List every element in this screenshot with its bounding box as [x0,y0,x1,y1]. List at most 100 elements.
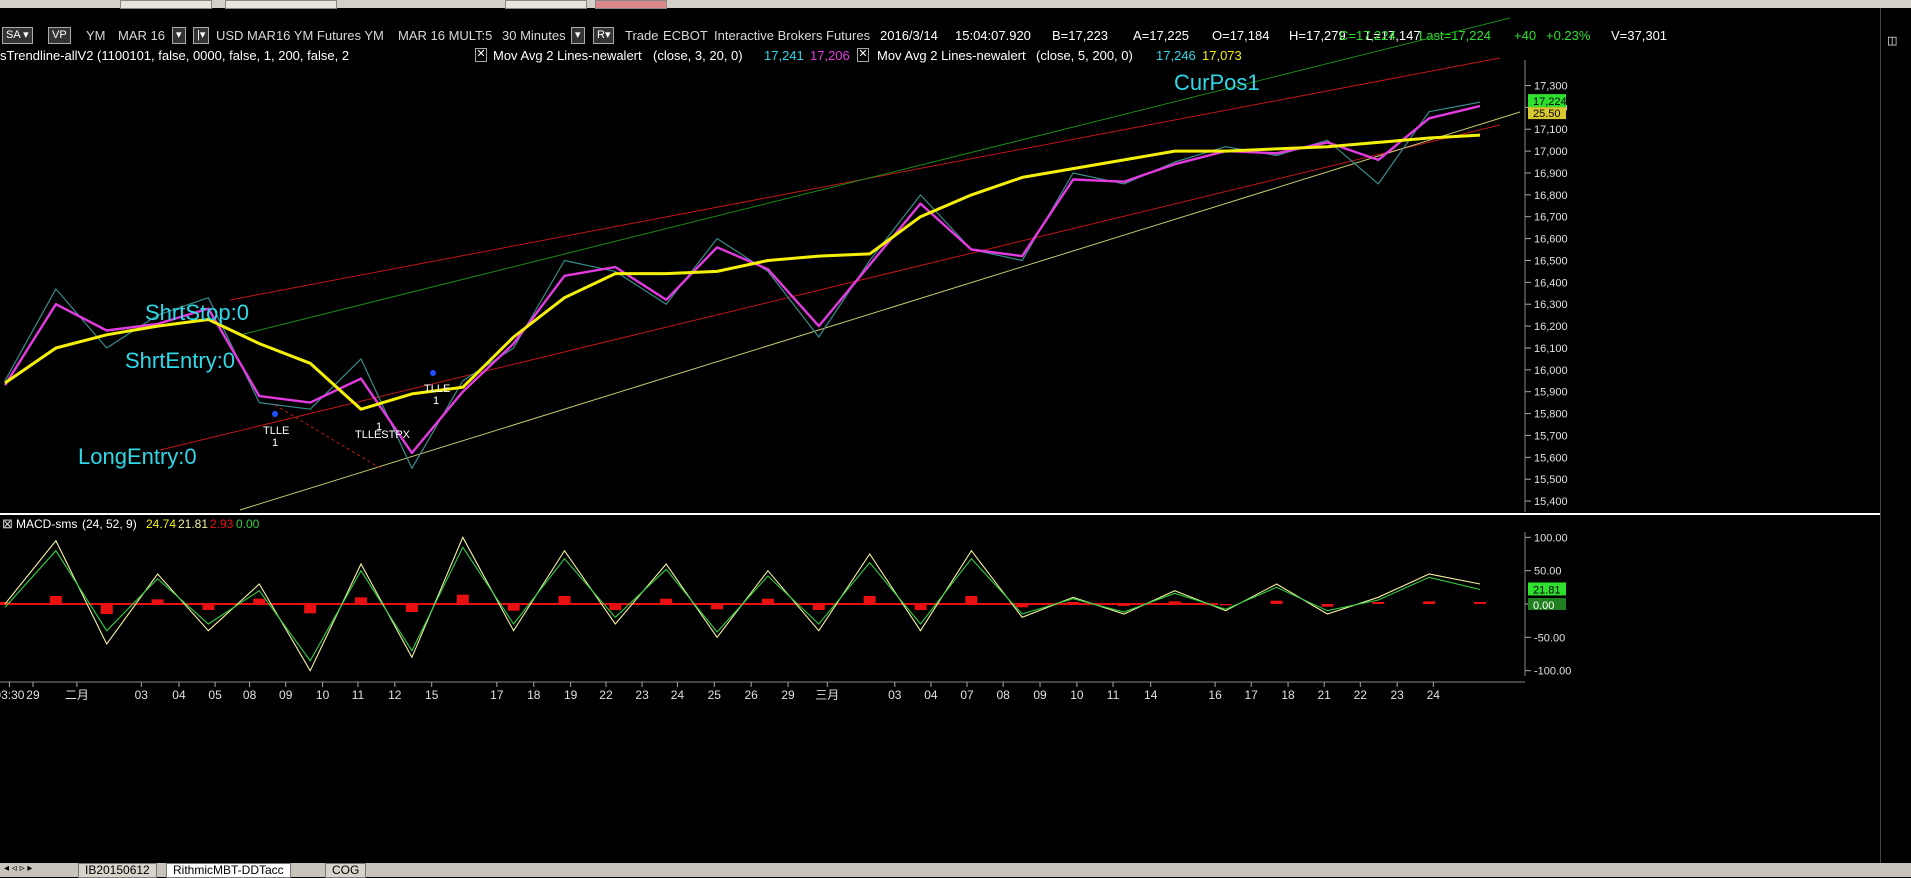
histogram-bar [456,594,469,604]
time-tick-label: 12 [388,688,402,702]
scale-pin-icon[interactable]: ◫ [1887,34,1897,47]
price-tick-label: 16,500 [1534,255,1568,267]
histogram-bar [558,596,571,604]
histogram-bar [100,604,113,614]
time-tick-label: 09 [1033,688,1047,702]
time-tick-label: 17 [490,688,504,702]
time-tick-label: 三月 [815,688,839,702]
time-tick-label: 25 [708,688,722,702]
macd-panel: ⊠ MACD-sms (24, 52, 9) 24.74 21.81 2.93 0.0010… [0,516,1571,678]
price-y-axis: 15,400 15,500 15,600 15,700 15,800 15,900 16,0… [1524,60,1568,512]
tab-cog[interactable]: COG [325,863,367,878]
chart-annotations: ShrtStop:0 ShrtEntry:0 LongEntry:0 CurPos1 T… [78,70,1260,469]
time-tick-label: 03 [135,688,149,702]
macd-params: (24, 52, 9) [82,517,137,531]
macd-title: MACD-sms [16,517,77,531]
time-tick-label: 23 [1390,688,1404,702]
tab-ib20150612[interactable]: IB20150612 [78,863,157,878]
tlle-count-1: 1 [272,437,278,449]
time-tick-label: 04 [924,688,938,702]
histogram-bar [1270,600,1283,604]
histogram-bar [1219,604,1232,606]
channel-upper-green [239,17,1511,336]
price-tick-label: 15,900 [1534,387,1568,399]
price-series [3,101,1481,469]
time-tick-label: 23 [635,688,649,702]
macd-tick-label: 100.00 [1534,532,1568,544]
tlle-count-3: 1 [433,395,439,407]
time-tick-label: 19 [564,688,578,702]
tlle-label-1: TLLE [263,425,289,437]
price-tick-label: 16,800 [1534,190,1568,202]
histogram-bar [965,596,978,604]
time-tick-label: 24 [671,688,685,702]
time-tick-label: 24 [1427,688,1441,702]
channel-middle-red [159,124,1501,451]
tllestpx-count: 1 [376,421,382,433]
channel-lower-yellow [239,111,1521,511]
tab-rithmicmbt[interactable]: RithmicMBT-DDTacc [166,863,291,878]
price-line [4,101,1481,469]
macd-value: 24.74 [146,517,176,531]
tab-nav-arrows-icon[interactable]: ◂ ◃ ▹ ▸ [4,863,32,874]
price-tick-label: 15,400 [1534,496,1568,508]
signal-value-tag-text: 21.81 [1533,584,1561,596]
chart-canvas[interactable]: ShrtStop:0 ShrtEntry:0 LongEntry:0 CurPos1 T… [0,0,1911,877]
shrtentry-label: ShrtEntry:0 [125,348,235,373]
price-tick-label: 15,500 [1534,474,1568,486]
time-tick-label: 21 [1317,688,1331,702]
histogram-bar [863,596,876,604]
time-tick-label: 16 [1208,688,1222,702]
macd-tick-label: -50.00 [1534,632,1565,644]
histogram-bar [1423,601,1436,604]
histogram-bar [1372,602,1385,604]
time-tick-label: 18 [1281,688,1295,702]
price-tick-label: 17,300 [1534,80,1568,92]
workspace-tabs: ◂ ◃ ▹ ▸ IB20150612 RithmicMBT-DDTacc COG [0,863,1911,878]
time-tick-label: 14 [1144,688,1158,702]
histogram-bar [1321,604,1334,607]
price-tick-label: 16,700 [1534,212,1568,224]
macd-tick-label: 50.00 [1534,566,1562,578]
right-scale-bar[interactable]: ◫ [1880,8,1911,863]
zero-value: 0.00 [236,517,260,531]
price-tick-label: 16,400 [1534,277,1568,289]
macd-tick-label: -100.00 [1534,666,1571,678]
time-tick-label: 10 [1070,688,1084,702]
time-tick-label: 05 [208,688,222,702]
time-tick-label: 22 [599,688,613,702]
histogram-bar [304,604,317,614]
entry-marker-1 [272,411,278,417]
price-tick-label: 17,100 [1534,124,1568,136]
time-tick-label: 29 [781,688,795,702]
price-tick-label: 16,900 [1534,168,1568,180]
tllestpx-label: TLLESTPX [355,429,411,441]
histogram-bar [49,596,62,604]
time-tick-label: 29 [26,688,40,702]
time-x-axis: 03:3029二月0304050809101112151718192223242… [0,681,1525,702]
price-tick-label: 15,700 [1534,430,1568,442]
time-tick-label: 15 [425,688,439,702]
histogram-bar [1474,602,1486,604]
time-tick-label: 08 [243,688,257,702]
signal-value: 21.81 [178,517,208,531]
hist-value: 2.93 [210,517,234,531]
time-tick-label: 08 [996,688,1010,702]
time-tick-label: 22 [1354,688,1368,702]
entry-marker-2 [430,370,436,376]
price-tick-label: 16,300 [1534,299,1568,311]
price-tick-label: 16,000 [1534,365,1568,377]
price-tick-label: 15,600 [1534,452,1568,464]
time-tick-label: 04 [172,688,186,702]
price-tick-label: 16,100 [1534,343,1568,355]
time-tick-label: 26 [744,688,758,702]
shrtstop-label: ShrtStop:0 [145,300,249,325]
zero-value-tag-text: 0.00 [1533,600,1554,612]
time-tick-label: 11 [352,688,365,702]
price-tick-label: 15,800 [1534,409,1568,421]
histogram-bar [405,604,418,612]
price-tick-label: 16,600 [1534,234,1568,246]
time-tick-label: 03:30 [0,688,25,702]
price-tick-label: 16,200 [1534,321,1568,333]
curpos-label: CurPos1 [1174,70,1260,95]
